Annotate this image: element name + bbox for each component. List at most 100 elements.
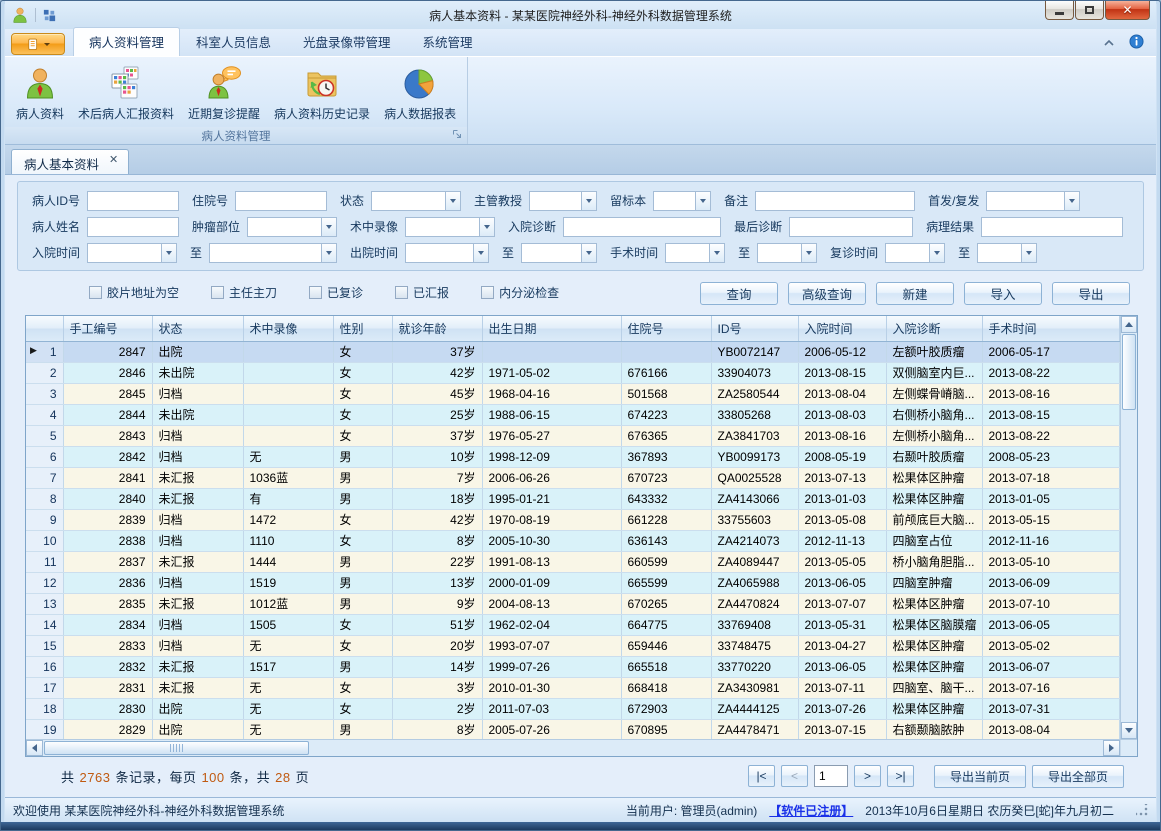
table-cell[interactable]: 33904073 bbox=[711, 362, 798, 383]
table-cell[interactable]: 33769408 bbox=[711, 614, 798, 635]
table-cell[interactable]: 出院 bbox=[152, 341, 243, 362]
table-cell[interactable]: 2013-07-15 bbox=[798, 719, 886, 739]
table-cell[interactable]: 双侧脑室内巨... bbox=[886, 362, 982, 383]
scroll-up-icon[interactable] bbox=[1121, 316, 1137, 333]
table-cell[interactable]: 女 bbox=[333, 404, 392, 425]
table-cell[interactable]: 1962-02-04 bbox=[482, 614, 621, 635]
table-cell[interactable]: 2829 bbox=[63, 719, 152, 739]
table-cell[interactable]: 2841 bbox=[63, 467, 152, 488]
export-button[interactable]: 导出 bbox=[1052, 282, 1130, 305]
column-header-admit-time[interactable]: 入院时间 bbox=[798, 316, 886, 341]
table-cell[interactable]: 2013-08-16 bbox=[798, 425, 886, 446]
dialog-launcher-icon[interactable] bbox=[452, 129, 464, 141]
table-cell[interactable]: 1991-08-13 bbox=[482, 551, 621, 572]
row-number-cell[interactable]: 8 bbox=[26, 488, 63, 509]
query-button[interactable]: 查询 bbox=[700, 282, 778, 305]
table-cell[interactable]: 2834 bbox=[63, 614, 152, 635]
maximize-button[interactable] bbox=[1075, 1, 1104, 20]
dropdown-arrow-icon[interactable] bbox=[581, 244, 596, 262]
ribbon-tab-department-staff[interactable]: 科室人员信息 bbox=[180, 27, 287, 56]
dropdown-arrow-icon[interactable] bbox=[321, 218, 336, 236]
table-cell[interactable]: 2013-08-22 bbox=[982, 362, 1120, 383]
table-cell[interactable]: 2011-07-03 bbox=[482, 698, 621, 719]
vertical-scroll-thumb[interactable] bbox=[1122, 334, 1136, 410]
table-cell[interactable]: 男 bbox=[333, 551, 392, 572]
table-cell[interactable]: 有 bbox=[243, 488, 333, 509]
filter-select-discharge-time-from[interactable] bbox=[405, 243, 489, 263]
table-cell[interactable]: 1999-07-26 bbox=[482, 656, 621, 677]
checkbox-chief-surgeon[interactable]: 主任主刀 bbox=[211, 284, 277, 301]
table-cell[interactable] bbox=[482, 341, 621, 362]
table-cell[interactable]: 670723 bbox=[621, 467, 711, 488]
table-cell[interactable]: 8岁 bbox=[392, 530, 482, 551]
filter-select-admit-time-from[interactable] bbox=[87, 243, 177, 263]
table-cell[interactable]: 2013-07-13 bbox=[798, 467, 886, 488]
table-cell[interactable]: 未出院 bbox=[152, 404, 243, 425]
table-row[interactable]: ▶12847出院女37岁YB00721472006-05-12左额叶胶质瘤200… bbox=[26, 341, 1120, 362]
filter-select-status[interactable] bbox=[371, 191, 461, 211]
row-number-cell[interactable]: 18 bbox=[26, 698, 63, 719]
table-cell[interactable]: 2831 bbox=[63, 677, 152, 698]
table-cell[interactable]: 2835 bbox=[63, 593, 152, 614]
dropdown-arrow-icon[interactable] bbox=[1021, 244, 1036, 262]
dropdown-arrow-icon[interactable] bbox=[581, 192, 596, 210]
dropdown-arrow-icon[interactable] bbox=[801, 244, 816, 262]
table-cell[interactable]: 2010-01-30 bbox=[482, 677, 621, 698]
scroll-right-icon[interactable] bbox=[1103, 740, 1120, 756]
column-header-surgery-time[interactable]: 手术时间 bbox=[982, 316, 1120, 341]
column-header-admission-no[interactable]: 住院号 bbox=[621, 316, 711, 341]
table-cell[interactable]: 2013-07-18 bbox=[982, 467, 1120, 488]
table-cell[interactable]: ZA4214073 bbox=[711, 530, 798, 551]
table-cell[interactable]: 1472 bbox=[243, 509, 333, 530]
table-cell[interactable]: 2844 bbox=[63, 404, 152, 425]
table-cell[interactable]: 1110 bbox=[243, 530, 333, 551]
last-page-button[interactable]: >| bbox=[887, 765, 914, 787]
table-cell[interactable]: 660599 bbox=[621, 551, 711, 572]
row-number-cell[interactable]: 14 bbox=[26, 614, 63, 635]
table-cell[interactable]: 10岁 bbox=[392, 446, 482, 467]
table-cell[interactable]: 2836 bbox=[63, 572, 152, 593]
table-cell[interactable]: 未汇报 bbox=[152, 551, 243, 572]
filter-select-admit-time-to[interactable] bbox=[209, 243, 337, 263]
table-cell[interactable]: 无 bbox=[243, 635, 333, 656]
row-number-cell[interactable]: 2 bbox=[26, 362, 63, 383]
row-number-cell[interactable]: ▶1 bbox=[26, 341, 63, 362]
table-cell[interactable]: 1036蓝 bbox=[243, 467, 333, 488]
table-cell[interactable]: 出院 bbox=[152, 698, 243, 719]
filter-input-admission-no[interactable] bbox=[235, 191, 327, 211]
table-cell[interactable]: 松果体区肿瘤 bbox=[886, 593, 982, 614]
table-row[interactable]: 52843归档女37岁1976-05-27676365ZA38417032013… bbox=[26, 425, 1120, 446]
table-cell[interactable]: 2013-05-31 bbox=[798, 614, 886, 635]
table-cell[interactable]: 2842 bbox=[63, 446, 152, 467]
table-cell[interactable]: 男 bbox=[333, 488, 392, 509]
table-cell[interactable]: 2012-11-16 bbox=[982, 530, 1120, 551]
table-cell[interactable]: 2006-05-12 bbox=[798, 341, 886, 362]
filter-input-final-diagnosis[interactable] bbox=[789, 217, 913, 237]
table-cell[interactable]: 1970-08-19 bbox=[482, 509, 621, 530]
table-row[interactable]: 72841未汇报1036蓝男7岁2006-06-26670723QA002552… bbox=[26, 467, 1120, 488]
ribbon-button-data-report[interactable]: 病人数据报表 bbox=[377, 60, 463, 124]
table-cell[interactable]: ZA3430981 bbox=[711, 677, 798, 698]
dropdown-arrow-icon[interactable] bbox=[1064, 192, 1079, 210]
table-cell[interactable]: 女 bbox=[333, 341, 392, 362]
table-row[interactable]: 132835未汇报1012蓝男9岁2004-08-13670265ZA44708… bbox=[26, 593, 1120, 614]
table-row[interactable]: 102838归档1110女8岁2005-10-30636143ZA4214073… bbox=[26, 530, 1120, 551]
table-cell[interactable]: 1505 bbox=[243, 614, 333, 635]
row-number-cell[interactable]: 9 bbox=[26, 509, 63, 530]
table-cell[interactable]: 出院 bbox=[152, 719, 243, 739]
table-cell[interactable]: 13岁 bbox=[392, 572, 482, 593]
table-cell[interactable]: 2013-07-31 bbox=[982, 698, 1120, 719]
table-cell[interactable] bbox=[243, 425, 333, 446]
row-number-cell[interactable]: 11 bbox=[26, 551, 63, 572]
table-cell[interactable]: 2013-01-05 bbox=[982, 488, 1120, 509]
table-cell[interactable]: 664775 bbox=[621, 614, 711, 635]
row-number-cell[interactable]: 19 bbox=[26, 719, 63, 739]
table-cell[interactable]: 1971-05-02 bbox=[482, 362, 621, 383]
table-cell[interactable]: 2004-08-13 bbox=[482, 593, 621, 614]
table-cell[interactable]: 2008-05-23 bbox=[982, 446, 1120, 467]
table-cell[interactable]: 女 bbox=[333, 383, 392, 404]
table-cell[interactable]: 636143 bbox=[621, 530, 711, 551]
checkbox-film-address-empty[interactable]: 胶片地址为空 bbox=[89, 284, 179, 301]
row-number-cell[interactable]: 3 bbox=[26, 383, 63, 404]
filter-input-remark[interactable] bbox=[755, 191, 915, 211]
